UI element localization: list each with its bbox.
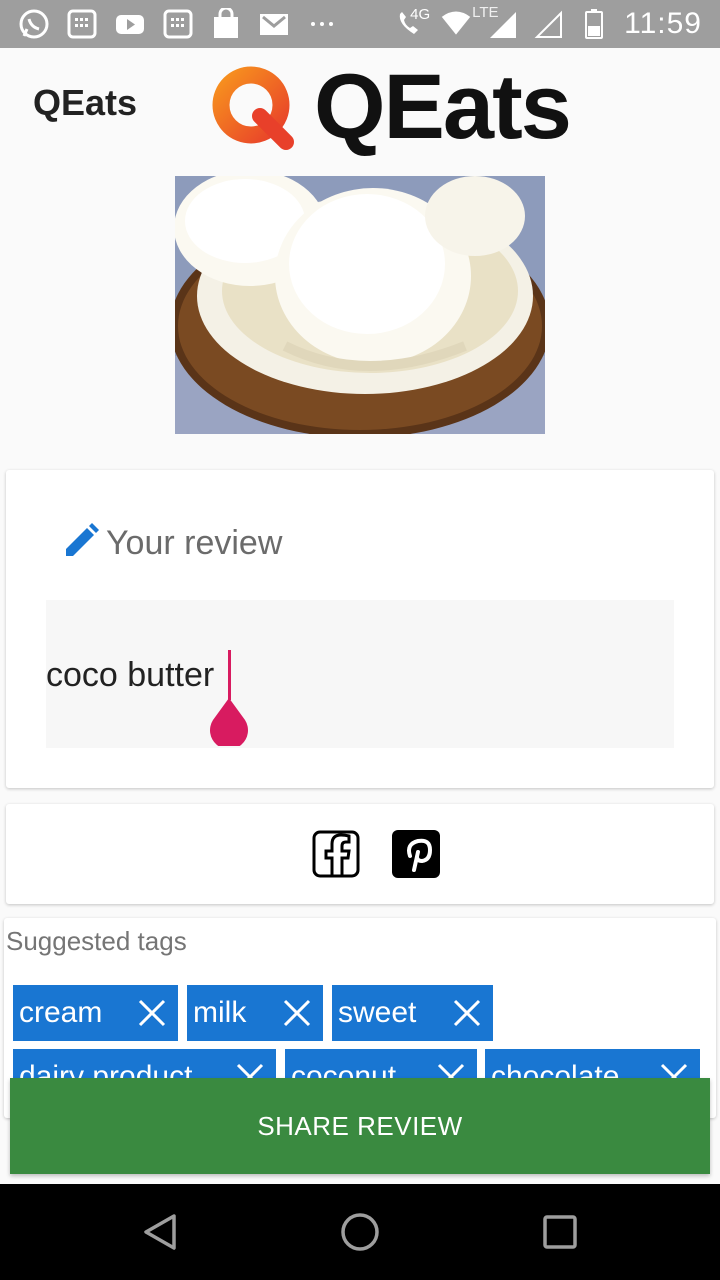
pencil-icon [62, 522, 100, 565]
youtube-icon [114, 8, 146, 40]
wifi-icon [440, 8, 472, 40]
tag-chip[interactable]: milk [187, 985, 323, 1041]
food-image [175, 176, 545, 434]
tag-label: milk [193, 996, 247, 1029]
status-bar: 4G LTE 11:59 [0, 0, 720, 48]
review-heading: Your review [106, 524, 283, 562]
back-icon[interactable] [132, 1204, 188, 1260]
app-title: QEats [33, 82, 138, 123]
review-header: Your review [62, 522, 282, 565]
text-cursor [228, 650, 231, 700]
close-icon[interactable] [281, 997, 313, 1029]
tag-label: cream [19, 996, 103, 1029]
pinterest-icon[interactable] [392, 830, 440, 878]
close-icon[interactable] [136, 997, 168, 1029]
battery-icon [578, 8, 610, 40]
app-bar: QEats QEats [0, 48, 720, 166]
logo-q-icon [212, 66, 294, 150]
review-input[interactable]: coco butter [46, 600, 674, 750]
logo: QEats [210, 56, 572, 158]
gmail-icon [258, 8, 290, 40]
tags-title: Suggested tags [6, 926, 187, 956]
sim-toolkit-icon [66, 8, 98, 40]
tag-chip[interactable]: cream [13, 985, 178, 1041]
shopping-bag-icon [210, 8, 242, 40]
clock: 11:59 [624, 7, 702, 40]
signal-empty-icon [532, 8, 564, 40]
whatsapp-icon [18, 8, 50, 40]
tag-label: sweet [338, 996, 417, 1029]
recent-apps-icon[interactable] [532, 1204, 588, 1260]
review-card: Your review coco butter [6, 470, 714, 788]
facebook-icon[interactable] [312, 830, 360, 878]
signal-icon: LTE [472, 4, 518, 40]
more-dots-icon [306, 8, 338, 40]
share-review-button[interactable]: SHARE REVIEW [10, 1078, 710, 1174]
navigation-bar [0, 1184, 720, 1280]
close-icon[interactable] [451, 997, 483, 1029]
tag-chip[interactable]: sweet [332, 985, 493, 1041]
cursor-handle-icon[interactable] [209, 698, 249, 750]
review-text: coco butter [46, 656, 215, 694]
volte-call-icon: 4G [394, 6, 430, 40]
network-type: 4G [410, 6, 431, 23]
sim-toolkit-icon [162, 8, 194, 40]
lte-label: LTE [472, 4, 499, 21]
home-icon[interactable] [332, 1204, 388, 1260]
share-icons-card [6, 804, 714, 904]
logo-wordmark: QEats [314, 55, 572, 158]
